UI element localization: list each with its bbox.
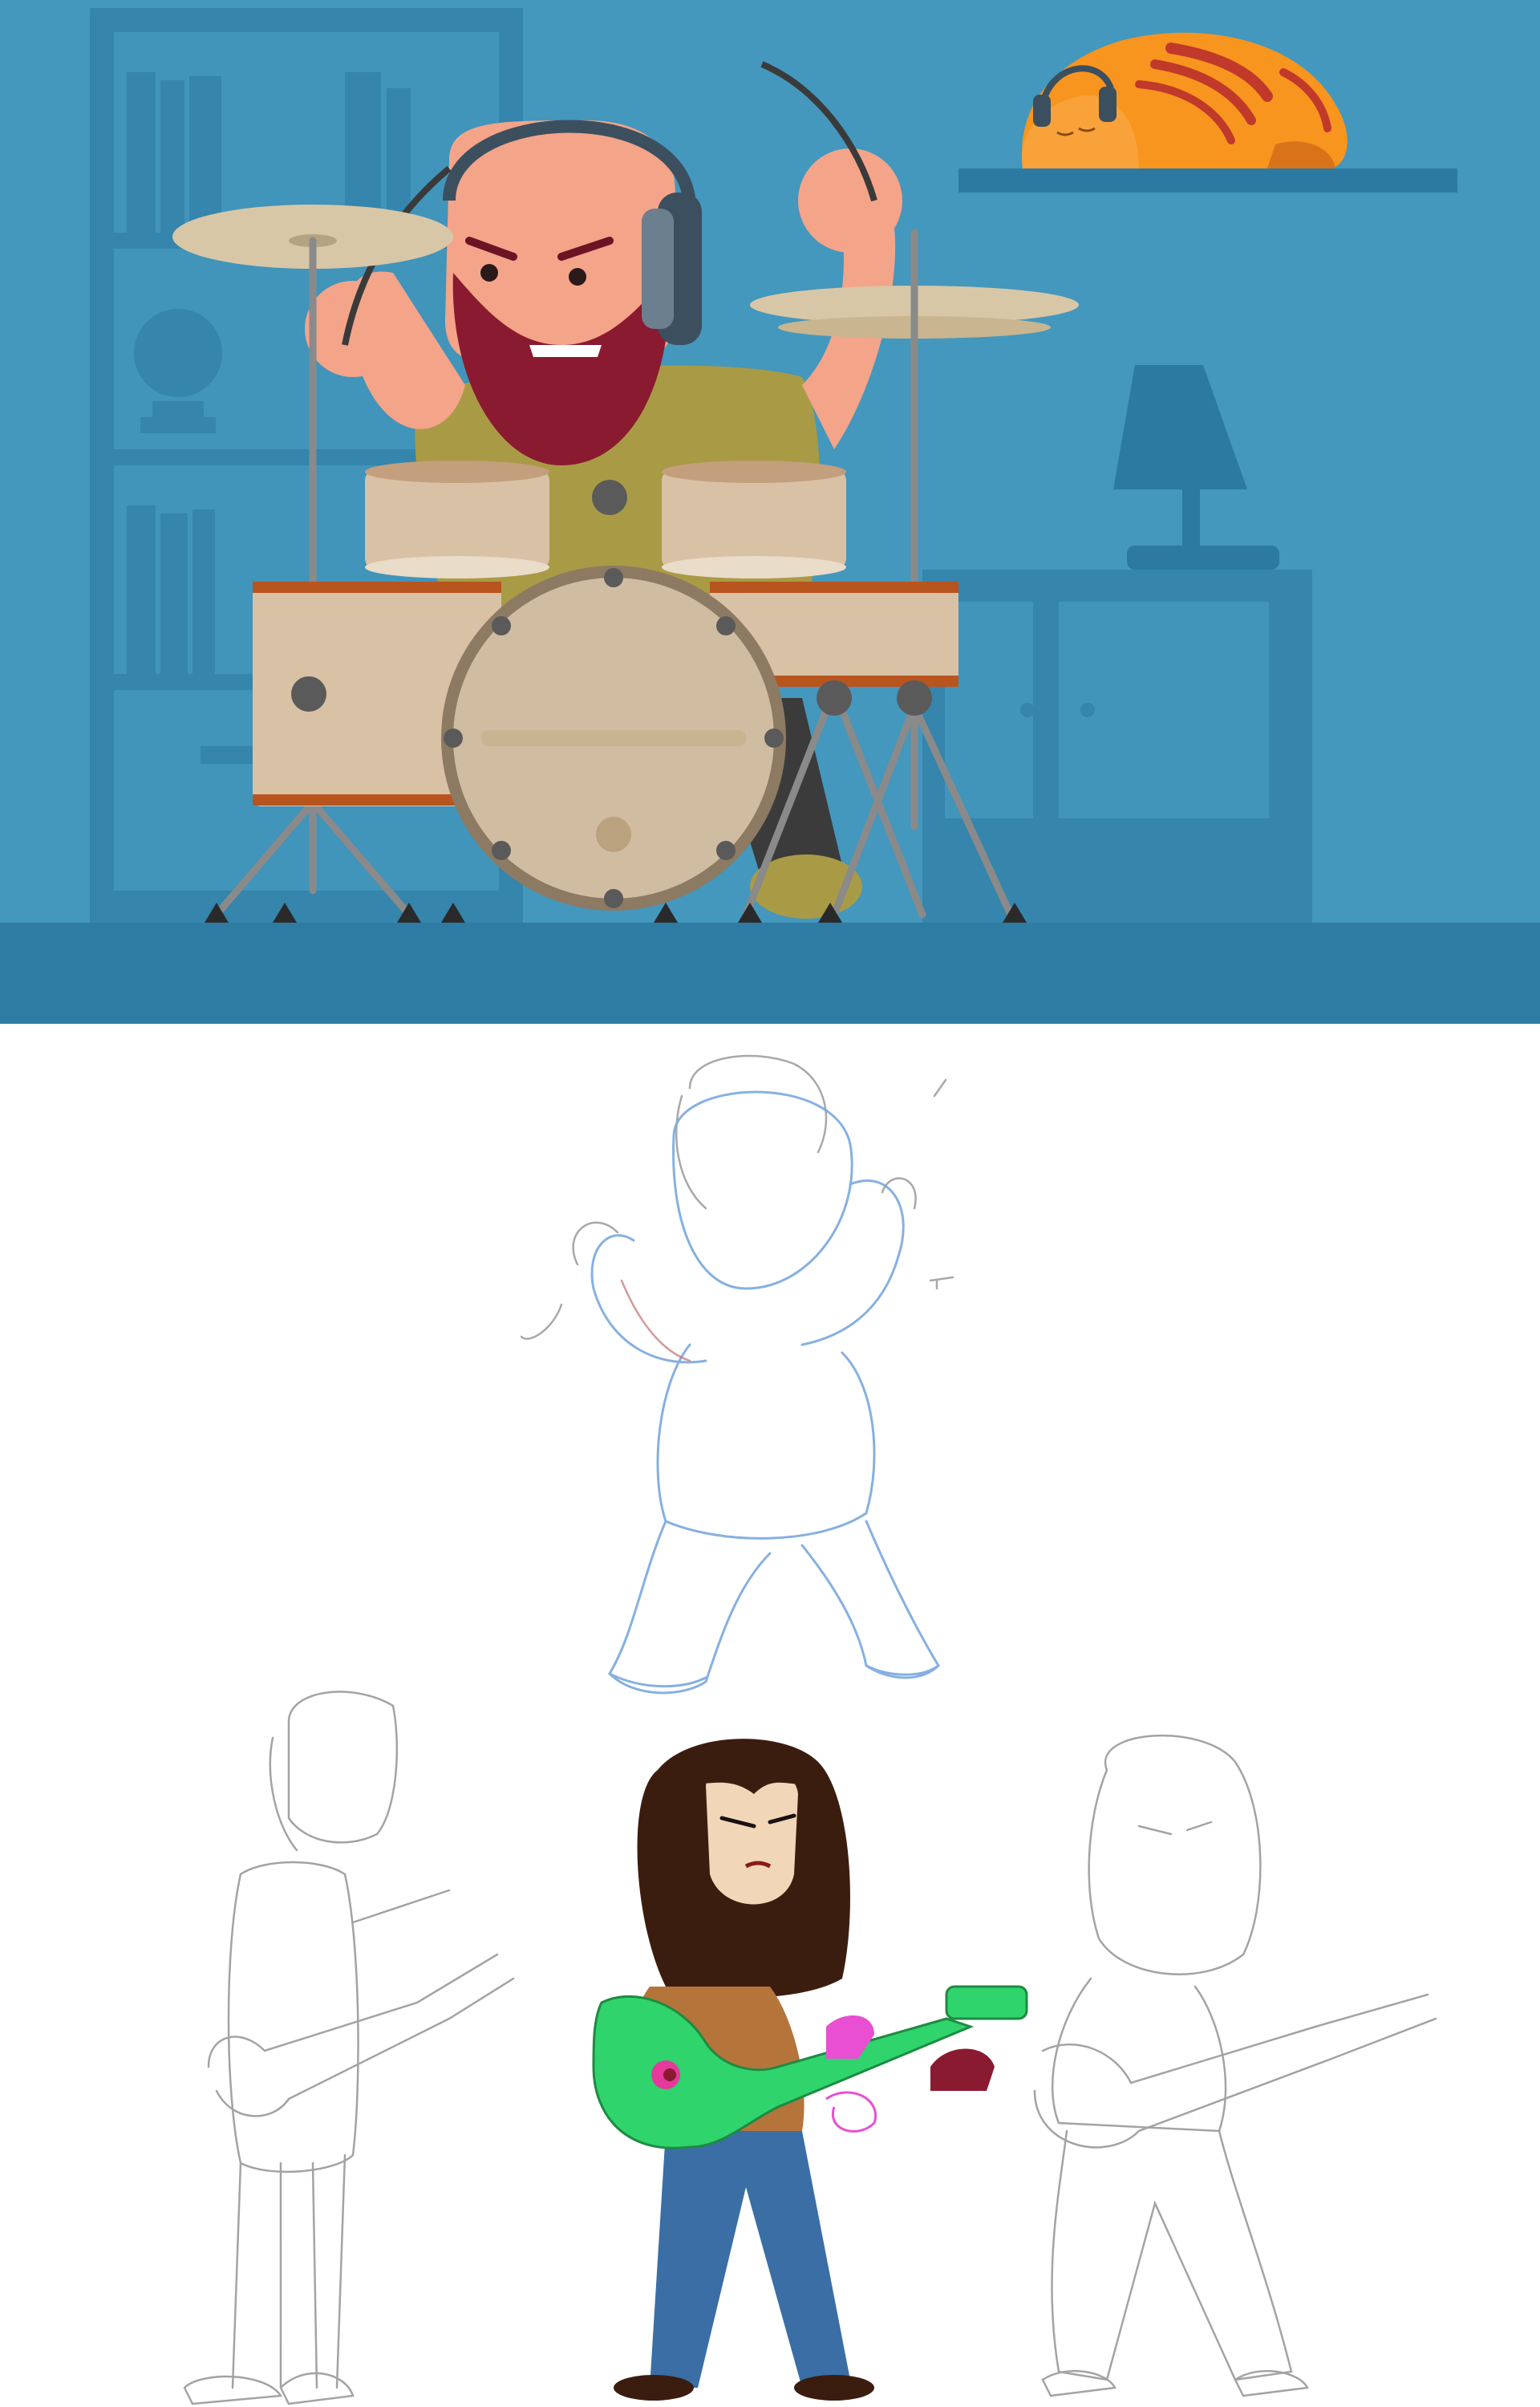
- wall-shelf: [958, 168, 1457, 193]
- character-sketches: [0, 1024, 1540, 2407]
- drummer-rough-sketch: [520, 1054, 954, 1695]
- guitarist-sketch-left: [183, 1691, 515, 2405]
- guitarist-colored: [592, 1739, 1028, 2401]
- sideboard-cabinet: [922, 570, 1312, 923]
- guitarist-sketch-right: [1033, 1734, 1437, 2397]
- drummer-scene-svg: [0, 0, 1540, 1024]
- drummer-illustration: [0, 0, 1540, 1024]
- sketches-svg: [183, 1054, 1437, 2405]
- floor: [0, 923, 1540, 1024]
